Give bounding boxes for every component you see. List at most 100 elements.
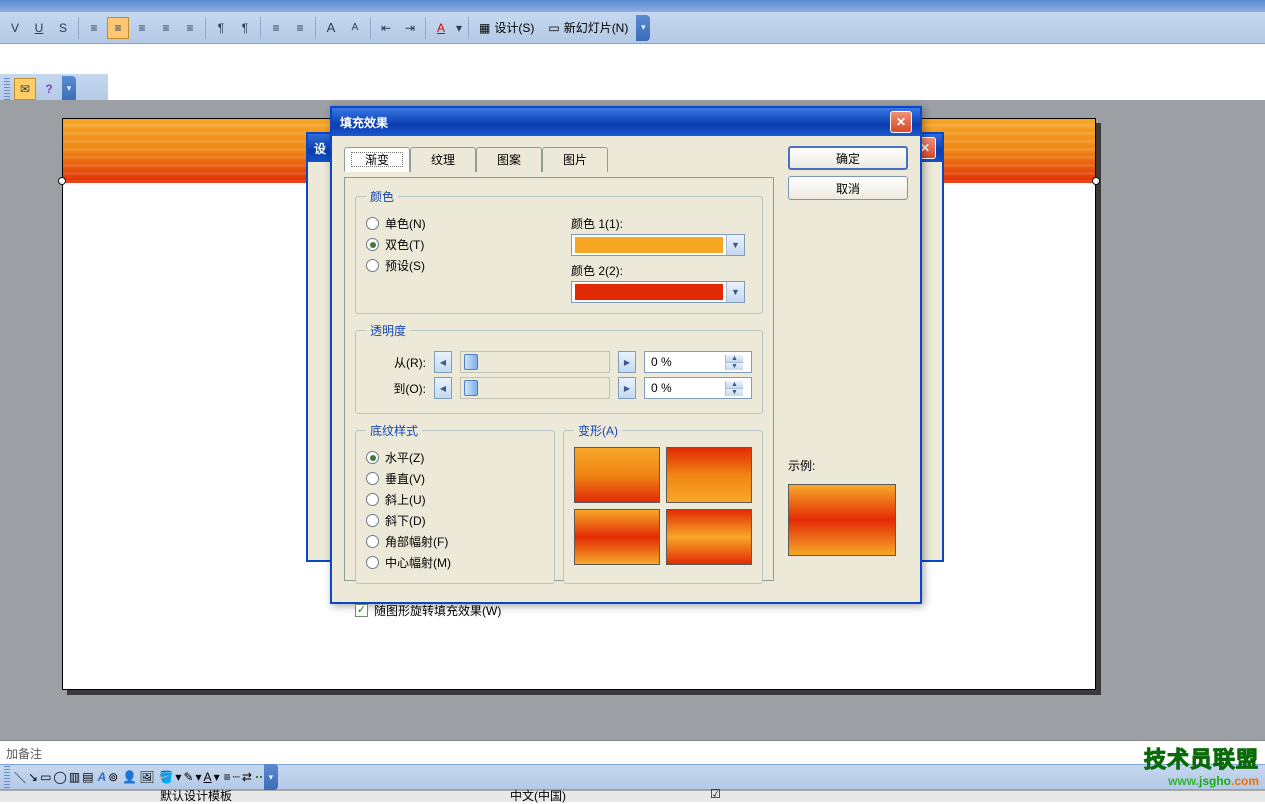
to-slider[interactable]: [460, 377, 610, 399]
ltr-button[interactable]: ¶: [210, 17, 232, 39]
decrease-font-button[interactable]: A: [344, 17, 366, 39]
line-color-dropdown[interactable]: ▾: [196, 770, 202, 784]
rectangle-tool-icon[interactable]: ▭: [40, 770, 51, 784]
status-spellcheck-icon[interactable]: ☑: [710, 787, 721, 801]
shading-legend: 底纹样式: [366, 422, 422, 439]
spin-down-icon[interactable]: ▼: [725, 363, 743, 370]
resize-handle-left[interactable]: [58, 177, 66, 185]
diagram-icon[interactable]: ⊚: [108, 770, 118, 784]
design-icon: ▦: [479, 21, 490, 35]
spin-up-icon[interactable]: ▲: [725, 381, 743, 389]
to-increase-button[interactable]: ▶: [618, 377, 636, 399]
textbox-tool-icon[interactable]: ▥: [69, 770, 80, 784]
dropdown-icon[interactable]: ▼: [726, 282, 744, 302]
toolbar-overflow-icon[interactable]: ▾: [636, 15, 650, 41]
variant-2[interactable]: [666, 447, 752, 503]
distribute-button[interactable]: ≡: [179, 17, 201, 39]
shadow-button[interactable]: S: [52, 17, 74, 39]
font-color-button[interactable]: A: [430, 17, 452, 39]
notes-pane[interactable]: 加备注: [0, 740, 1265, 764]
dash-style-icon[interactable]: ┈: [233, 770, 240, 784]
line-color-icon[interactable]: ✎: [183, 770, 193, 784]
spin-down-icon[interactable]: ▼: [725, 389, 743, 396]
notes-placeholder: 加备注: [6, 747, 42, 761]
wordart-icon[interactable]: A: [98, 770, 107, 784]
fill-effects-dialog: 填充效果 ✕ 渐变 纹理 图案 图片 颜色 单色(N) 双色(T) 预设(S: [330, 106, 922, 604]
radio-single-color[interactable]: 单色(N): [366, 213, 547, 234]
clipart-icon[interactable]: 👤: [122, 770, 137, 784]
align-left-button[interactable]: ≡: [83, 17, 105, 39]
numbering-button[interactable]: ≡: [265, 17, 287, 39]
help-button[interactable]: ?: [38, 78, 60, 100]
tab-texture[interactable]: 纹理: [410, 147, 476, 172]
from-decrease-button[interactable]: ◀: [434, 351, 452, 373]
radio-diag-down[interactable]: 斜下(D): [366, 510, 544, 531]
font-color-dropdown[interactable]: ▾: [214, 770, 220, 784]
arrow-tool-icon[interactable]: ↘: [28, 770, 38, 784]
ok-button[interactable]: 确定: [788, 146, 908, 170]
new-slide-button[interactable]: ▭新幻灯片(N): [542, 19, 634, 36]
toolbar-overflow-icon[interactable]: ▾: [62, 76, 76, 102]
resize-handle-right[interactable]: [1092, 177, 1100, 185]
decrease-indent-button[interactable]: ⇤: [375, 17, 397, 39]
from-slider[interactable]: [460, 351, 610, 373]
bold-button[interactable]: V: [4, 17, 26, 39]
to-label: 到(O):: [366, 380, 426, 397]
rotate-checkbox[interactable]: ✓: [355, 604, 368, 617]
cancel-button[interactable]: 取消: [788, 176, 908, 200]
font-color-dropdown-icon[interactable]: ▾: [454, 21, 464, 35]
dialog-titlebar[interactable]: 填充效果 ✕: [332, 108, 920, 136]
to-value-input[interactable]: ▲▼: [644, 377, 752, 399]
underline-button[interactable]: U: [28, 17, 50, 39]
variant-4[interactable]: [666, 509, 752, 565]
align-center-button[interactable]: ≡: [107, 17, 129, 39]
color2-combo[interactable]: ▼: [571, 281, 745, 303]
fill-color-dropdown[interactable]: ▾: [175, 770, 181, 784]
variant-3[interactable]: [574, 509, 660, 565]
tab-pattern[interactable]: 图案: [476, 147, 542, 172]
arrow-style-icon[interactable]: ⇄: [242, 770, 252, 784]
picture-icon[interactable]: 🖼: [139, 770, 154, 784]
tab-gradient[interactable]: 渐变: [344, 147, 410, 172]
toolbar-overflow-icon[interactable]: ▾: [264, 764, 278, 790]
increase-font-button[interactable]: A: [320, 17, 342, 39]
mail-icon[interactable]: ✉: [14, 78, 36, 100]
to-value-field[interactable]: [645, 381, 725, 395]
oval-tool-icon[interactable]: ◯: [53, 770, 66, 784]
align-justify-button[interactable]: ≡: [155, 17, 177, 39]
shadow-style-icon[interactable]: [256, 776, 258, 778]
line-style-icon[interactable]: ≡: [224, 770, 231, 784]
from-value-input[interactable]: ▲▼: [644, 351, 752, 373]
radio-from-corner[interactable]: 角部幅射(F): [366, 531, 544, 552]
bullets-button[interactable]: ≡: [289, 17, 311, 39]
vertical-textbox-icon[interactable]: ▤: [82, 770, 93, 784]
tab-picture[interactable]: 图片: [542, 147, 608, 172]
to-decrease-button[interactable]: ◀: [434, 377, 452, 399]
radio-from-center[interactable]: 中心幅射(M): [366, 552, 544, 573]
color1-combo[interactable]: ▼: [571, 234, 745, 256]
rtl-button[interactable]: ¶: [234, 17, 256, 39]
close-button[interactable]: ✕: [890, 111, 912, 133]
font-color-icon[interactable]: A: [204, 770, 212, 784]
radio-preset[interactable]: 预设(S): [366, 255, 547, 276]
from-value-field[interactable]: [645, 355, 725, 369]
dropdown-icon[interactable]: ▼: [726, 235, 744, 255]
slider-thumb[interactable]: [464, 354, 478, 370]
radio-diag-up[interactable]: 斜上(U): [366, 489, 544, 510]
status-language: 中文(中国): [510, 787, 566, 804]
variant-1[interactable]: [574, 447, 660, 503]
sample-label: 示例:: [788, 457, 908, 474]
line-tool-icon[interactable]: ＼: [14, 769, 26, 786]
radio-two-color[interactable]: 双色(T): [366, 234, 547, 255]
slider-thumb[interactable]: [464, 380, 478, 396]
radio-horizontal[interactable]: 水平(Z): [366, 447, 544, 468]
increase-indent-button[interactable]: ⇥: [399, 17, 421, 39]
radio-vertical[interactable]: 垂直(V): [366, 468, 544, 489]
watermark-url: www.jsgho.com: [1144, 774, 1259, 788]
align-right-button[interactable]: ≡: [131, 17, 153, 39]
fill-color-icon[interactable]: 🪣: [158, 770, 173, 784]
3d-style-icon[interactable]: [260, 776, 262, 778]
spin-up-icon[interactable]: ▲: [725, 355, 743, 363]
from-increase-button[interactable]: ▶: [618, 351, 636, 373]
design-button[interactable]: ▦设计(S): [473, 19, 540, 36]
